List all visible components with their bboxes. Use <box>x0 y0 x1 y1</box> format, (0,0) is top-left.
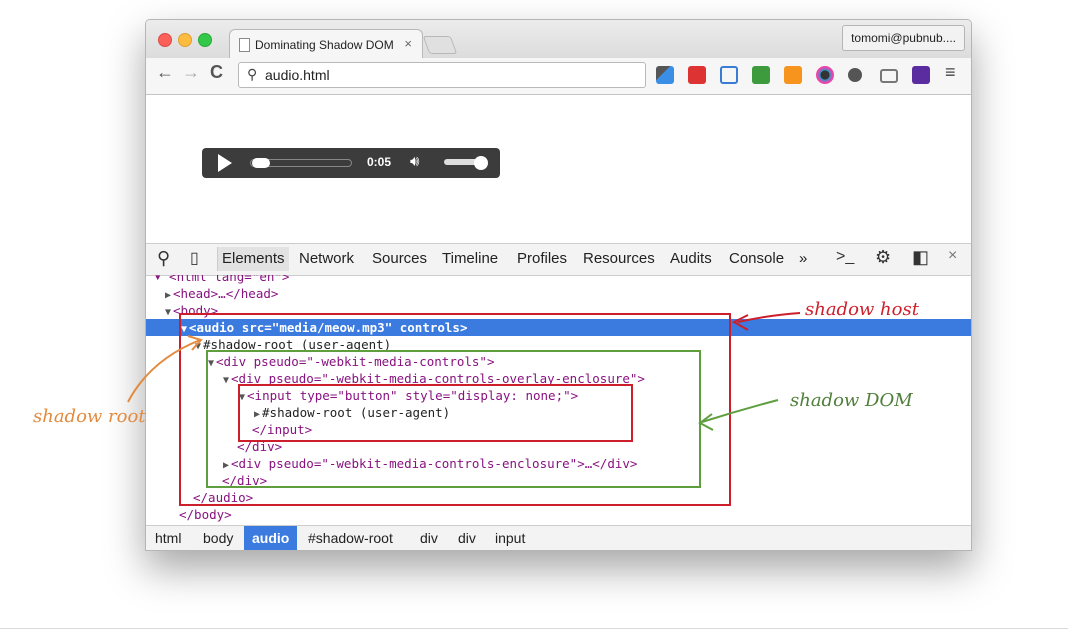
crumb-audio[interactable]: audio <box>244 526 298 550</box>
devtools-close-icon[interactable]: × <box>948 247 957 265</box>
device-mode-icon[interactable]: ▯ <box>190 248 199 268</box>
console-drawer-icon[interactable]: >_ <box>836 248 854 266</box>
body-close-tag: </body> <box>179 507 232 522</box>
forward-button[interactable]: → <box>182 62 200 83</box>
eyedropper-extension-icon[interactable] <box>656 66 674 84</box>
browser-tab[interactable]: Dominating Shadow DOM × <box>229 29 423 59</box>
tree-line-body-close[interactable]: </body> <box>146 506 971 523</box>
head-tag: <head>…</head> <box>173 286 279 301</box>
tab-resources[interactable]: Resources <box>583 250 655 267</box>
crumb-body[interactable]: body <box>203 526 233 550</box>
crumb-div[interactable]: div <box>420 526 438 550</box>
title-bar: Dominating Shadow DOM × tomomi@pubnub...… <box>146 20 971 59</box>
html-fragment: ▾ <html lang="en"> <box>154 275 290 284</box>
search-icon: ⚲ <box>247 66 258 82</box>
volume-thumb[interactable] <box>474 156 488 170</box>
tab-profiles[interactable]: Profiles <box>517 250 567 267</box>
more-tabs-button[interactable]: » <box>799 250 807 267</box>
crumb-shadow-root[interactable]: #shadow-root <box>308 526 393 550</box>
devtools-toolbar: ⚲ ▯ Elements Network Sources Timeline Pr… <box>146 243 971 276</box>
expand-triangle-icon[interactable]: ▶ <box>165 290 171 301</box>
browser-toolbar: ← → C ⚲ audio.html ≡ <box>146 58 971 95</box>
collapse-triangle-icon[interactable]: ▼ <box>165 307 171 318</box>
page-content: 0:05 🔊︎ <box>146 95 971 243</box>
cast-icon[interactable] <box>880 69 898 83</box>
page-divider <box>0 628 1068 629</box>
crumb-html[interactable]: html <box>155 526 181 550</box>
tab-console[interactable]: Console <box>729 250 784 267</box>
profile-button[interactable]: tomomi@pubnub.... <box>842 25 965 51</box>
dock-side-icon[interactable]: ◧ <box>912 247 929 268</box>
tree-line-html[interactable]: ▾ <html lang="en"> <box>146 275 971 285</box>
settings-gear-icon[interactable]: ⚙ <box>875 247 891 268</box>
address-bar[interactable]: ⚲ audio.html <box>238 62 646 88</box>
color-wheel-extension-icon[interactable] <box>816 66 834 84</box>
bookmark-extension-icon[interactable] <box>688 66 706 84</box>
breadcrumb: html body audio #shadow-root div div inp… <box>146 525 971 550</box>
tab-audits[interactable]: Audits <box>670 250 712 267</box>
tab-title: Dominating Shadow DOM <box>255 38 394 52</box>
chart-extension-icon[interactable] <box>784 66 802 84</box>
maximize-window-button[interactable] <box>198 33 212 47</box>
inspect-search-icon[interactable]: ⚲ <box>157 248 170 269</box>
new-tab-button[interactable] <box>422 36 458 54</box>
play-icon[interactable] <box>218 154 232 172</box>
shadow-root-annotation: shadow root <box>33 406 146 427</box>
url-text: audio.html <box>265 67 330 83</box>
current-time: 0:05 <box>367 155 392 169</box>
volume-icon[interactable]: 🔊︎ <box>410 153 419 170</box>
minimize-window-button[interactable] <box>178 33 192 47</box>
input-highlight-box <box>238 384 633 442</box>
shadow-host-label: shadow host <box>805 299 919 320</box>
m-extension-icon[interactable] <box>912 66 930 84</box>
download-extension-icon[interactable] <box>752 66 770 84</box>
audio-player[interactable]: 0:05 🔊︎ <box>202 148 500 178</box>
crumb-input[interactable]: input <box>495 526 525 550</box>
tab-sources[interactable]: Sources <box>372 250 427 267</box>
evernote-extension-icon[interactable] <box>848 68 862 82</box>
screenshot-extension-icon[interactable] <box>720 66 738 84</box>
tab-timeline[interactable]: Timeline <box>442 250 498 267</box>
seek-thumb[interactable] <box>252 158 270 168</box>
tab-elements[interactable]: Elements <box>217 247 289 271</box>
shadow-dom-label: shadow DOM <box>790 390 913 411</box>
tab-close-button[interactable]: × <box>404 36 412 51</box>
close-window-button[interactable] <box>158 33 172 47</box>
chrome-menu-icon[interactable]: ≡ <box>945 62 956 83</box>
reload-button[interactable]: C <box>210 62 223 83</box>
document-icon <box>239 38 250 52</box>
back-button[interactable]: ← <box>156 62 174 83</box>
tab-network[interactable]: Network <box>299 250 354 267</box>
crumb-div[interactable]: div <box>458 526 476 550</box>
